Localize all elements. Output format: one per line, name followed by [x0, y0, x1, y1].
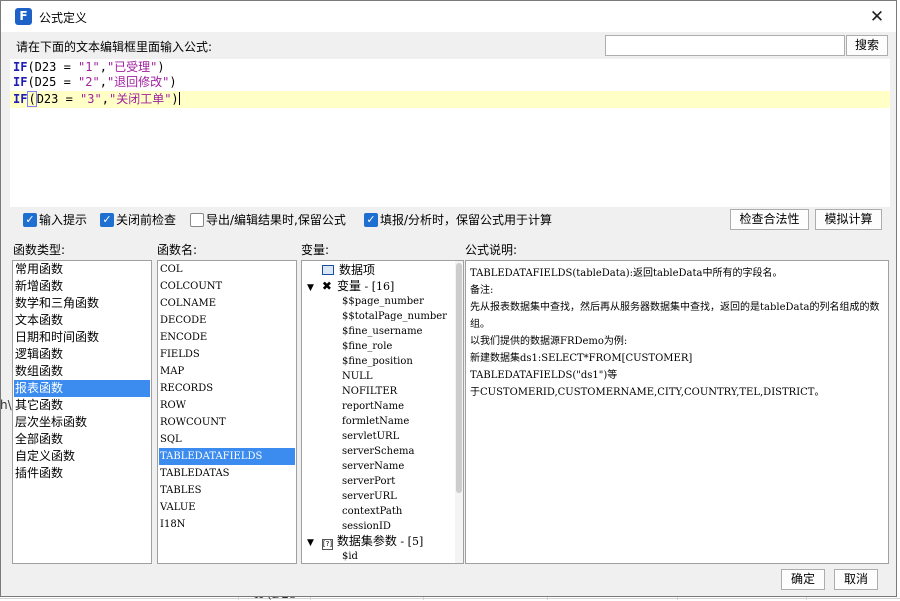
scrollbar-thumb[interactable]: [456, 263, 462, 493]
chevron-down-icon: ▼: [307, 538, 314, 548]
cancel-button[interactable]: 取消: [834, 569, 878, 590]
function-name-item[interactable]: TABLEDATAS: [159, 465, 295, 482]
variable-icon: ✖: [321, 279, 332, 293]
function-names-list: COL COLCOUNT COLNAME DECODE ENCODE FIELD…: [157, 260, 297, 564]
function-type-item[interactable]: 自定义函数: [14, 448, 150, 465]
desc-line: TABLEDATAFIELDS("ds1")等: [470, 370, 618, 381]
function-name-item[interactable]: COLNAME: [159, 295, 295, 312]
variable-item[interactable]: $fine_role: [342, 339, 392, 354]
formula-desc-label: 公式说明:: [465, 243, 518, 257]
keep-on-fill-checkbox[interactable]: ✓: [364, 213, 378, 227]
search-input[interactable]: [605, 35, 845, 56]
function-name-item[interactable]: I18N: [159, 516, 295, 533]
function-type-item[interactable]: 插件函数: [14, 465, 150, 482]
variable-item[interactable]: servletURL: [342, 429, 399, 444]
input-hint-checkbox[interactable]: ✓: [23, 213, 37, 227]
function-type-item[interactable]: 常用函数: [14, 261, 150, 278]
function-type-item[interactable]: 日期和时间函数: [14, 329, 150, 346]
function-type-item[interactable]: 新增函数: [14, 278, 150, 295]
variable-item[interactable]: NOFILTER: [342, 384, 397, 399]
variables-tree: 数据项 ▼ ✖ 变量 - [16] $$page_number $$totalPag…: [301, 260, 464, 564]
close-button[interactable]: ✕: [866, 6, 888, 28]
prompt-label: 请在下面的文本编辑框里面输入公式:: [16, 40, 213, 54]
variable-item[interactable]: reportName: [342, 399, 404, 414]
desc-line: 先从报表数据集中查找，然后再从服务器数据集中查找，返回的是tableData的列…: [470, 302, 880, 330]
keep-on-fill-label: 填报/分析时，保留公式用于计算: [380, 213, 553, 227]
desc-line: 于CUSTOMERID,CUSTOMERNAME,CITY,COUNTRY,TE…: [470, 387, 825, 398]
chevron-down-icon: ▼: [307, 283, 314, 293]
function-type-item[interactable]: 其它函数: [14, 397, 150, 414]
variable-item[interactable]: sessionID: [342, 519, 391, 534]
dialog-title: 公式定义: [39, 11, 88, 25]
function-name-item[interactable]: SQL: [159, 431, 295, 448]
keep-on-export-checkbox[interactable]: [190, 213, 204, 227]
variables-scrollbar[interactable]: [455, 261, 463, 563]
desc-line: 新建数据集ds1:SELECT*FROM[CUSTOMER]: [470, 353, 693, 364]
function-types-list: 常用函数 新增函数 数学和三角函数 文本函数 日期和时间函数 逻辑函数 数组函数…: [12, 260, 152, 564]
code-line: IF(D25 = "2","退回修改"): [13, 75, 177, 89]
function-types-label: 函数类型:: [13, 243, 66, 257]
function-name-item[interactable]: TABLES: [159, 482, 295, 499]
function-type-item-selected[interactable]: 报表函数: [14, 380, 150, 397]
tree-node-dataset-params[interactable]: ▼ [?] 数据集参数 - [5]: [307, 533, 423, 550]
variable-item[interactable]: serverURL: [342, 489, 397, 504]
variable-item[interactable]: NULL: [342, 369, 372, 384]
desc-line: 备注:: [470, 285, 494, 296]
function-name-item[interactable]: DECODE: [159, 312, 295, 329]
variable-item[interactable]: $fine_position: [342, 354, 413, 369]
code-line-active: IF(D23 = "3","关闭工单"): [10, 91, 890, 108]
variable-item[interactable]: serverPort: [342, 474, 395, 489]
ok-button[interactable]: 确定: [781, 569, 825, 590]
app-logo-icon: F: [15, 8, 32, 25]
function-name-item[interactable]: ROW: [159, 397, 295, 414]
function-name-item[interactable]: VALUE: [159, 499, 295, 516]
function-name-item[interactable]: FIELDS: [159, 346, 295, 363]
function-names-label: 函数名:: [157, 243, 198, 257]
check-before-close-checkbox[interactable]: ✓: [100, 213, 114, 227]
function-name-item[interactable]: COLCOUNT: [159, 278, 295, 295]
search-button[interactable]: 搜索: [846, 35, 888, 56]
table-icon: [322, 265, 334, 275]
simulate-button[interactable]: 模拟计算: [815, 209, 882, 230]
function-type-item[interactable]: 逻辑函数: [14, 346, 150, 363]
input-hint-label: 输入提示: [39, 213, 88, 227]
desc-line: TABLEDATAFIELDS(tableData):返回tableData中所…: [470, 268, 783, 279]
function-type-item[interactable]: 全部函数: [14, 431, 150, 448]
text-caret: [178, 92, 180, 105]
function-type-item[interactable]: 文本函数: [14, 312, 150, 329]
tree-node-data-item[interactable]: 数据项: [322, 262, 375, 278]
title-bar: F 公式定义 ✕: [1, 1, 896, 32]
function-name-item[interactable]: ROWCOUNT: [159, 414, 295, 431]
sheet-left-text: h\: [0, 398, 12, 412]
parameter-icon: [?]: [321, 539, 333, 550]
variable-item[interactable]: $fine_username: [342, 324, 422, 339]
tree-node-variables[interactable]: ▼ ✖ 变量 - [16]: [307, 278, 394, 294]
function-name-item[interactable]: ENCODE: [159, 329, 295, 346]
function-name-item[interactable]: MAP: [159, 363, 295, 380]
function-type-item[interactable]: 层次坐标函数: [14, 414, 150, 431]
formula-description: TABLEDATAFIELDS(tableData):返回tableData中所…: [465, 260, 889, 564]
dataset-param-item[interactable]: $id: [342, 549, 358, 563]
variable-item[interactable]: formletName: [342, 414, 409, 429]
check-before-close-label: 关闭前检查: [116, 213, 177, 227]
function-type-item[interactable]: 数学和三角函数: [14, 295, 150, 312]
variable-item[interactable]: contextPath: [342, 504, 402, 519]
variable-item[interactable]: $$totalPage_number: [342, 309, 447, 324]
function-type-item[interactable]: 数组函数: [14, 363, 150, 380]
formula-dialog: F 公式定义 ✕ 请在下面的文本编辑框里面输入公式: 搜索 IF(D23 = "…: [0, 0, 897, 597]
desc-line: 以我们提供的数据源FRDemo为例:: [470, 336, 628, 347]
variable-item[interactable]: serverName: [342, 459, 404, 474]
variables-label: 变量:: [301, 243, 330, 257]
function-name-item-selected[interactable]: TABLEDATAFIELDS: [159, 448, 295, 465]
keep-on-export-label: 导出/编辑结果时,保留公式: [206, 213, 346, 227]
function-name-item[interactable]: COL: [159, 261, 295, 278]
variable-item[interactable]: serverSchema: [342, 444, 414, 459]
formula-editor[interactable]: IF(D23 = "1","已受理") IF(D25 = "2","退回修改")…: [10, 59, 890, 207]
check-validity-button[interactable]: 检查合法性: [730, 209, 809, 230]
function-name-item[interactable]: RECORDS: [159, 380, 295, 397]
variable-item[interactable]: $$page_number: [342, 294, 424, 309]
